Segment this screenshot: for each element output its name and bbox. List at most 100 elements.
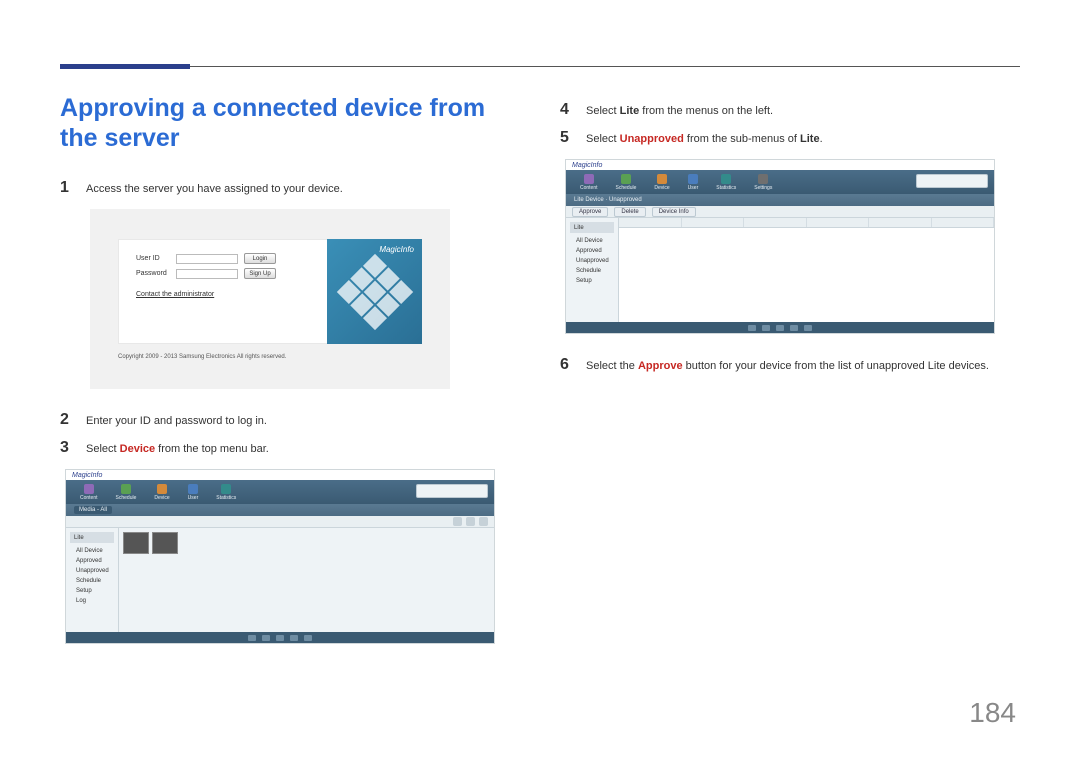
figure-app-unapproved: MagicInfo Content Schedule Device User S… bbox=[565, 159, 995, 334]
step-number: 4 bbox=[560, 101, 572, 119]
text-post: button for your device from the list of … bbox=[683, 360, 989, 372]
search-input[interactable] bbox=[416, 484, 488, 498]
app-toolbar bbox=[66, 516, 494, 528]
login-brand-text: MagicInfo bbox=[379, 245, 414, 254]
page-number: 184 bbox=[969, 697, 1016, 729]
footer-icon[interactable] bbox=[762, 325, 770, 331]
nav-statistics[interactable]: Statistics bbox=[716, 174, 736, 191]
nav-content[interactable]: Content bbox=[580, 174, 598, 191]
footer-icon[interactable] bbox=[776, 325, 784, 331]
subnav-label: Lite Device · Unapproved bbox=[574, 197, 642, 203]
login-button[interactable]: Login bbox=[244, 253, 276, 264]
user-id-input[interactable] bbox=[176, 254, 238, 264]
nav-settings[interactable]: Settings bbox=[754, 174, 772, 191]
nav-statistics[interactable]: Statistics bbox=[216, 484, 236, 501]
footer-icon[interactable] bbox=[262, 635, 270, 641]
toolbar-icon[interactable] bbox=[453, 517, 462, 526]
nav-user[interactable]: User bbox=[688, 174, 699, 191]
text-bold2: Lite bbox=[800, 133, 820, 145]
sidebar-item[interactable]: Schedule bbox=[70, 576, 114, 586]
sidebar-item-unapproved[interactable]: Unapproved bbox=[570, 256, 614, 266]
nav-schedule[interactable]: Schedule bbox=[616, 174, 637, 191]
step-text: Select Unapproved from the sub-menus of … bbox=[586, 133, 823, 145]
sidebar-item[interactable]: Log bbox=[70, 596, 114, 606]
step-text: Select Device from the top menu bar. bbox=[86, 443, 269, 455]
header-rule bbox=[60, 66, 1020, 67]
toolbar-icon[interactable] bbox=[479, 517, 488, 526]
nav-content[interactable]: Content bbox=[80, 484, 98, 501]
step-number: 3 bbox=[60, 439, 72, 457]
sidebar-item[interactable]: Unapproved bbox=[70, 566, 114, 576]
step-2: 2 Enter your ID and password to log in. bbox=[60, 411, 520, 429]
step-number: 1 bbox=[60, 179, 72, 197]
list-header bbox=[619, 218, 994, 228]
text-pre: Select bbox=[586, 133, 620, 145]
nav-device[interactable]: Device bbox=[154, 484, 169, 501]
toolbar-icon[interactable] bbox=[466, 517, 475, 526]
nav-user[interactable]: User bbox=[188, 484, 199, 501]
footer-icon[interactable] bbox=[748, 325, 756, 331]
device-thumbnail[interactable] bbox=[123, 532, 149, 554]
step-text: Enter your ID and password to log in. bbox=[86, 415, 267, 427]
app-sidebar: Lite All Device Approved Unapproved Sche… bbox=[66, 528, 119, 632]
app-footer bbox=[66, 632, 494, 643]
sidebar-item[interactable]: All Device bbox=[570, 236, 614, 246]
sidebar-item[interactable]: All Device bbox=[70, 546, 114, 556]
delete-button[interactable]: Delete bbox=[614, 207, 645, 217]
step-text: Select Lite from the menus on the left. bbox=[586, 105, 773, 117]
footer-icon[interactable] bbox=[248, 635, 256, 641]
sidebar-item[interactable]: Approved bbox=[70, 556, 114, 566]
password-input[interactable] bbox=[176, 269, 238, 279]
step-6: 6 Select the Approve button for your dev… bbox=[560, 356, 1020, 374]
footer-icon[interactable] bbox=[804, 325, 812, 331]
sidebar-item[interactable]: Setup bbox=[570, 276, 614, 286]
device-info-button[interactable]: Device Info bbox=[652, 207, 696, 217]
app-toolbar: Approve Delete Device Info bbox=[566, 206, 994, 218]
text-post: from the menus on the left. bbox=[639, 105, 773, 117]
app-main bbox=[119, 528, 494, 632]
text-bold: Device bbox=[120, 443, 155, 455]
app-footer bbox=[566, 322, 994, 333]
footer-icon[interactable] bbox=[276, 635, 284, 641]
approve-button[interactable]: Approve bbox=[572, 207, 608, 217]
app-brand: MagicInfo bbox=[566, 160, 994, 170]
search-input[interactable] bbox=[916, 174, 988, 188]
footer-icon[interactable] bbox=[290, 635, 298, 641]
footer-icon[interactable] bbox=[790, 325, 798, 331]
login-copyright: Copyright 2009 - 2013 Samsung Electronic… bbox=[118, 354, 422, 360]
left-column: Approving a connected device from the se… bbox=[60, 95, 520, 666]
step-text: Select the Approve button for your devic… bbox=[586, 360, 989, 372]
sidebar-item[interactable]: Approved bbox=[570, 246, 614, 256]
step-text: Access the server you have assigned to y… bbox=[86, 183, 343, 195]
password-label: Password bbox=[136, 270, 170, 277]
app-main-list bbox=[619, 218, 994, 322]
step-4: 4 Select Lite from the menus on the left… bbox=[560, 101, 1020, 119]
login-form: User ID Login Password Sign Up Contact t… bbox=[118, 239, 327, 344]
step-number: 6 bbox=[560, 356, 572, 374]
step-1: 1 Access the server you have assigned to… bbox=[60, 179, 520, 197]
step-3: 3 Select Device from the top menu bar. bbox=[60, 439, 520, 457]
footer-icon[interactable] bbox=[304, 635, 312, 641]
app-subnav: Lite Device · Unapproved bbox=[566, 194, 994, 206]
figure-app-device: MagicInfo Content Schedule Device User S… bbox=[65, 469, 495, 644]
sidebar-item[interactable]: Setup bbox=[70, 586, 114, 596]
sidebar-item[interactable]: Schedule bbox=[570, 266, 614, 276]
text-end: . bbox=[820, 133, 823, 145]
step-5: 5 Select Unapproved from the sub-menus o… bbox=[560, 129, 1020, 147]
right-column: 4 Select Lite from the menus on the left… bbox=[560, 95, 1020, 666]
sidebar-head[interactable]: Lite bbox=[570, 222, 614, 233]
contact-admin-link[interactable]: Contact the administrator bbox=[136, 291, 317, 298]
nav-schedule[interactable]: Schedule bbox=[116, 484, 137, 501]
device-thumbnail[interactable] bbox=[152, 532, 178, 554]
text-pre: Select bbox=[586, 105, 620, 117]
login-panel: User ID Login Password Sign Up Contact t… bbox=[118, 239, 422, 344]
text-bold: Lite bbox=[620, 105, 640, 117]
figure-login: User ID Login Password Sign Up Contact t… bbox=[90, 209, 450, 389]
step-number: 2 bbox=[60, 411, 72, 429]
sidebar-head[interactable]: Lite bbox=[70, 532, 114, 543]
section-title: Approving a connected device from the se… bbox=[60, 93, 520, 153]
text-bold: Unapproved bbox=[620, 133, 684, 145]
nav-device[interactable]: Device bbox=[654, 174, 669, 191]
signup-button[interactable]: Sign Up bbox=[244, 268, 276, 279]
app-sidebar: Lite All Device Approved Unapproved Sche… bbox=[566, 218, 619, 322]
